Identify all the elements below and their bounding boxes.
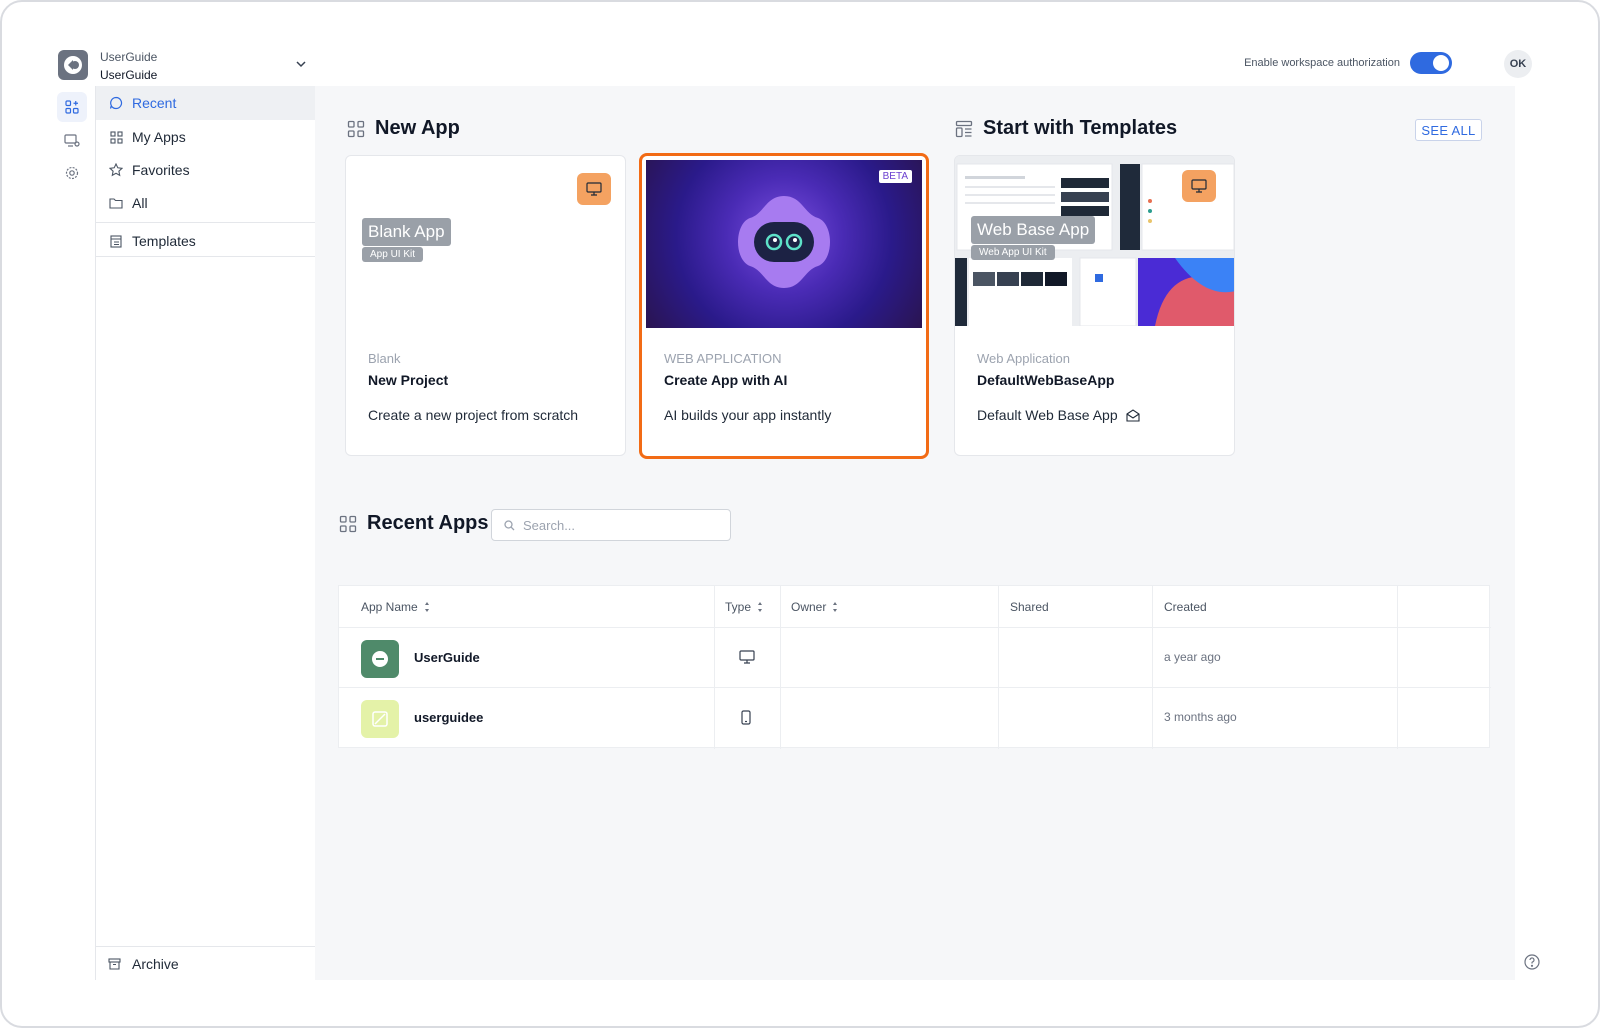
workspace-selector[interactable]: UserGuide UserGuide	[100, 50, 312, 86]
auth-toggle[interactable]	[1410, 52, 1452, 74]
sort-icon	[424, 601, 429, 612]
column-header-shared: Shared	[1010, 586, 1049, 627]
workspace-name: UserGuide	[100, 50, 158, 64]
see-all-button[interactable]: SEE ALL	[1415, 119, 1482, 141]
app-avatar-icon	[361, 700, 399, 738]
card-title: New Project	[368, 372, 449, 388]
settings-rail-icon[interactable]	[57, 158, 87, 188]
template-preview-image: Web Base App Web App UI Kit	[955, 156, 1234, 327]
column-label: App Name	[361, 599, 418, 614]
template-icon	[955, 120, 973, 137]
app-name: userguidee	[414, 710, 484, 725]
sort-icon	[758, 601, 763, 612]
template-icon	[108, 233, 124, 249]
workspace-subname: UserGuide	[100, 68, 158, 82]
sidebar-item-favorites[interactable]: Favorites	[96, 153, 316, 187]
new-app-heading: New App	[347, 117, 460, 140]
card-subtitle: Blank	[368, 351, 401, 366]
created-date: 3 months ago	[1164, 710, 1237, 724]
beta-badge: BETA	[878, 170, 912, 183]
sort-icon	[833, 601, 838, 612]
search-input[interactable]: Search...	[491, 509, 731, 541]
chevron-down-icon	[296, 61, 306, 68]
templates-heading: Start with Templates	[955, 117, 1177, 140]
template-card-default-web-base-app[interactable]: Web Base App Web App UI Kit Web Applicat…	[954, 155, 1235, 456]
card-description: AI builds your app instantly	[664, 407, 832, 423]
sidebar-item-templates[interactable]: Templates	[96, 224, 316, 258]
column-label: Created	[1164, 599, 1207, 614]
column-label: Owner	[791, 599, 827, 614]
archive-icon	[108, 956, 124, 972]
table-row[interactable]: UserGuide a year ago	[339, 627, 1491, 688]
new-app-title: New App	[375, 117, 460, 139]
web-app-ui-kit-chip: Web App UI Kit	[971, 245, 1055, 260]
chat-bubble-icon	[108, 95, 124, 111]
grid-icon	[108, 129, 124, 145]
card-subtitle: WEB APPLICATION	[664, 351, 782, 366]
created-date: a year ago	[1164, 650, 1221, 664]
workspace-auth-control: Enable workspace authorization	[1244, 52, 1452, 74]
sidebar-item-label: Templates	[132, 233, 196, 249]
app-name: UserGuide	[414, 650, 480, 665]
column-label: Shared	[1010, 599, 1049, 614]
desktop-icon	[1182, 170, 1216, 202]
apps-rail-icon[interactable]	[57, 92, 87, 122]
blank-app-card[interactable]: Blank App App UI Kit Blank New Project C…	[345, 155, 626, 456]
divider	[96, 222, 316, 223]
card-description-text: Default Web Base App	[977, 407, 1118, 423]
search-icon	[504, 519, 515, 530]
sidebar-item-label: My Apps	[132, 129, 186, 145]
divider	[96, 256, 316, 257]
sidebar-item-all[interactable]: All	[96, 186, 316, 220]
column-header-created: Created	[1164, 586, 1207, 627]
card-title: DefaultWebBaseApp	[977, 372, 1115, 388]
web-base-app-chip: Web Base App	[971, 216, 1096, 244]
column-header-owner[interactable]: Owner	[791, 586, 838, 627]
sidebar-item-archive[interactable]: Archive	[96, 946, 316, 980]
table-row[interactable]: userguidee 3 months ago	[339, 687, 1491, 748]
mail-open-icon	[1126, 408, 1140, 422]
logo-icon[interactable]	[58, 50, 88, 80]
card-description: Default Web Base App	[977, 407, 1140, 423]
icon-rail	[56, 48, 94, 978]
recent-apps-table: App Name Type Owner Shared Created UserG…	[338, 585, 1491, 749]
robot-icon	[738, 196, 830, 288]
desktop-icon	[577, 173, 611, 205]
card-description: Create a new project from scratch	[368, 407, 579, 423]
templates-title: Start with Templates	[983, 117, 1178, 139]
sidebar-item-recent[interactable]: Recent	[96, 86, 316, 120]
auth-toggle-label: Enable workspace authorization	[1244, 57, 1400, 69]
sidebar-item-label: All	[132, 195, 148, 211]
grid-icon	[347, 120, 365, 137]
app-ui-kit-chip: App UI Kit	[362, 247, 424, 262]
card-title: Create App with AI	[664, 372, 788, 388]
ai-hero-image: BETA	[646, 160, 922, 328]
sidebar: Recent My Apps Favorites All Templates A…	[95, 86, 316, 980]
app-window: UserGuide UserGuide Recent My Apps Favor…	[0, 0, 1600, 1028]
grid-icon	[339, 515, 357, 532]
folder-icon	[108, 195, 124, 211]
desktop-icon	[739, 650, 755, 664]
avatar[interactable]: OK	[1504, 50, 1532, 78]
column-header-type[interactable]: Type	[725, 586, 763, 627]
recent-apps-heading: Recent Apps	[339, 512, 489, 535]
sidebar-item-my-apps[interactable]: My Apps	[96, 120, 316, 154]
app-avatar-icon	[361, 640, 399, 678]
sidebar-item-label: Recent	[132, 95, 177, 111]
sidebar-item-label: Favorites	[132, 162, 190, 178]
help-icon[interactable]	[1524, 954, 1540, 970]
column-header-app-name[interactable]: App Name	[361, 586, 430, 627]
archive-label: Archive	[132, 955, 179, 972]
create-app-with-ai-card[interactable]: BETA WEB APPLICATION Create App with AI …	[639, 153, 929, 459]
star-icon	[108, 162, 124, 178]
column-label: Type	[725, 599, 752, 614]
card-subtitle: Web Application	[977, 351, 1070, 366]
mobile-icon	[741, 710, 751, 725]
recent-apps-title: Recent Apps	[367, 512, 489, 534]
blank-app-chip: Blank App	[362, 218, 451, 246]
search-placeholder: Search...	[523, 517, 576, 533]
devices-rail-icon[interactable]	[57, 126, 87, 156]
